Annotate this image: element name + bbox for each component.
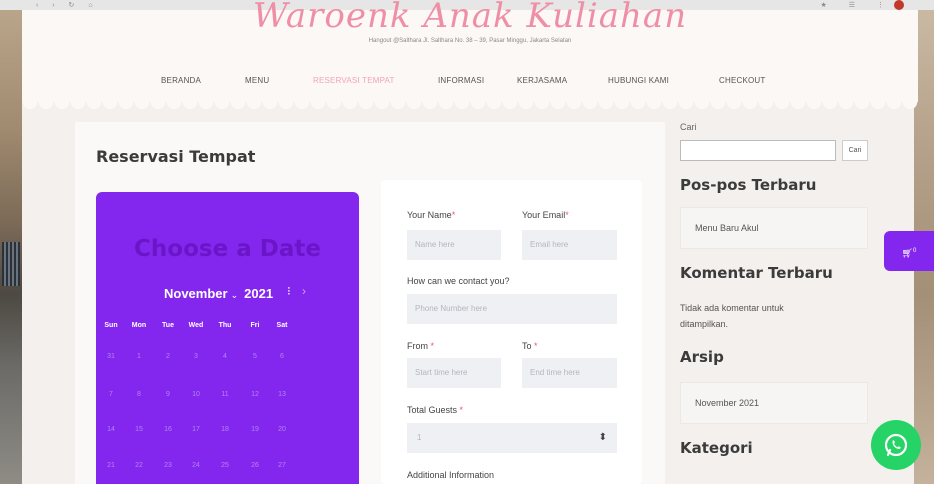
site-title[interactable]: Waroenk Anak Kuliahan: [22, 0, 918, 36]
weekday-label: Sat: [276, 322, 288, 329]
name-label: Your Name*: [407, 210, 456, 220]
from-label: From *: [407, 341, 435, 351]
email-field[interactable]: Email here: [522, 230, 617, 260]
calendar-day[interactable]: 9: [154, 391, 182, 398]
recent-posts-title: Pos-pos Terbaru: [680, 176, 817, 194]
calendar-day[interactable]: 23: [154, 462, 182, 469]
header-scallop-border: [22, 102, 918, 110]
archive-item[interactable]: November 2021: [680, 382, 868, 424]
calendar-day[interactable]: 20: [268, 426, 296, 433]
weekday-label: Fri: [250, 322, 260, 329]
calendar-day[interactable]: 22: [125, 462, 153, 469]
site-address: Hangout @Salthara Jl. Salthara No. 38 – …: [368, 38, 572, 44]
nav-item-informasi[interactable]: INFORMASI: [438, 76, 484, 85]
calendar-day[interactable]: 14: [97, 426, 125, 433]
recent-comments-empty: Tidak ada komentar untuk ditampilkan.: [680, 303, 784, 329]
search-button[interactable]: Cari: [842, 140, 868, 161]
guests-label: Total Guests *: [407, 405, 464, 415]
floating-cart-button[interactable]: 🛒︎0: [884, 231, 934, 271]
calendar-day[interactable]: 5: [241, 353, 269, 360]
to-label: To *: [522, 341, 538, 351]
nav-item-hubungi-kami[interactable]: HUBUNGI KAMI: [608, 76, 669, 85]
recent-post-item[interactable]: Menu Baru Akul: [680, 207, 868, 249]
total-guests-select[interactable]: 1 ⬍: [407, 423, 617, 453]
additional-info-label: Additional Information: [407, 470, 495, 480]
chevron-down-icon: ⌄: [230, 290, 239, 300]
phone-field[interactable]: Phone Number here: [407, 294, 617, 324]
recent-comments-title: Komentar Terbaru: [680, 264, 833, 282]
calendar-day[interactable]: 2: [154, 353, 182, 360]
background-photo-left: [0, 10, 22, 484]
weekday-label: Wed: [188, 322, 204, 329]
search-input[interactable]: [680, 140, 836, 161]
end-time-field[interactable]: End time here: [522, 358, 617, 388]
calendar-day[interactable]: 26: [241, 462, 269, 469]
nav-item-beranda[interactable]: BERANDA: [161, 76, 201, 85]
calendar-day[interactable]: 16: [154, 426, 182, 433]
page-title: Reservasi Tempat: [96, 147, 256, 166]
calendar-day[interactable]: 27: [268, 462, 296, 469]
date-picker-calendar: Choose a Date November ⌄ 2021 ⁝ › Sun Mon Tu…: [96, 192, 359, 484]
calendar-day[interactable]: 31: [97, 353, 125, 360]
calendar-day[interactable]: 8: [125, 391, 153, 398]
guests-value: 1: [417, 433, 422, 442]
calendar-day[interactable]: 12: [241, 391, 269, 398]
calendar-day[interactable]: 15: [125, 426, 153, 433]
nav-item-menu[interactable]: MENU: [245, 76, 269, 85]
nav-item-reservasi-tempat[interactable]: RESERVASI TEMPAT: [313, 76, 395, 85]
category-title: Kategori: [680, 439, 753, 457]
select-arrows-icon: ⬍: [598, 432, 607, 443]
whatsapp-button[interactable]: [871, 420, 921, 470]
calendar-day[interactable]: 24: [182, 462, 210, 469]
email-label: Your Email*: [522, 210, 569, 220]
weekday-label: Tue: [162, 322, 174, 329]
calendar-title: Choose a Date: [134, 236, 321, 262]
reservation-form: Your Name* Your Email* Name here Email h…: [381, 180, 642, 484]
archive-title: Arsip: [680, 348, 724, 366]
calendar-day[interactable]: 25: [211, 462, 239, 469]
calendar-day[interactable]: 10: [182, 391, 210, 398]
recent-post-link[interactable]: Menu Baru Akul: [695, 223, 759, 233]
calendar-day[interactable]: 18: [211, 426, 239, 433]
name-field[interactable]: Name here: [407, 230, 501, 260]
calendar-day[interactable]: 3: [182, 353, 210, 360]
cart-count: 0: [913, 248, 917, 254]
contact-label: How can we contact you?: [407, 276, 510, 286]
weekday-label: Mon: [131, 322, 147, 329]
month-select[interactable]: November ⌄ 2021: [164, 286, 273, 301]
year-label[interactable]: 2021: [244, 286, 273, 301]
month-label: November: [164, 286, 228, 301]
nav-item-checkout[interactable]: CHECKOUT: [719, 76, 766, 85]
calendar-day[interactable]: 1: [125, 353, 153, 360]
calendar-day[interactable]: 13: [268, 391, 296, 398]
site-header: Waroenk Anak Kuliahan Hangout @Salthara …: [22, 0, 918, 110]
calendar-day[interactable]: 7: [97, 391, 125, 398]
calendar-day[interactable]: 6: [268, 353, 296, 360]
archive-link[interactable]: November 2021: [695, 398, 759, 408]
search-label: Cari: [680, 122, 697, 132]
calendar-day[interactable]: 21: [97, 462, 125, 469]
year-spinner-icon[interactable]: ⁝: [287, 284, 291, 298]
calendar-day[interactable]: 11: [211, 391, 239, 398]
calendar-day[interactable]: 19: [241, 426, 269, 433]
next-month-icon[interactable]: ›: [302, 284, 306, 298]
calendar-day[interactable]: 17: [182, 426, 210, 433]
calendar-day[interactable]: 4: [211, 353, 239, 360]
whatsapp-icon: [884, 433, 908, 457]
start-time-field[interactable]: Start time here: [407, 358, 501, 388]
cart-icon: 🛒︎: [901, 248, 914, 258]
nav-item-kerjasama[interactable]: KERJASAMA: [517, 76, 567, 85]
main-navigation: BERANDA MENU RESERVASI TEMPAT INFORMASI …: [22, 76, 918, 90]
weekday-label: Sun: [104, 322, 118, 329]
weekday-label: Thu: [218, 322, 232, 329]
